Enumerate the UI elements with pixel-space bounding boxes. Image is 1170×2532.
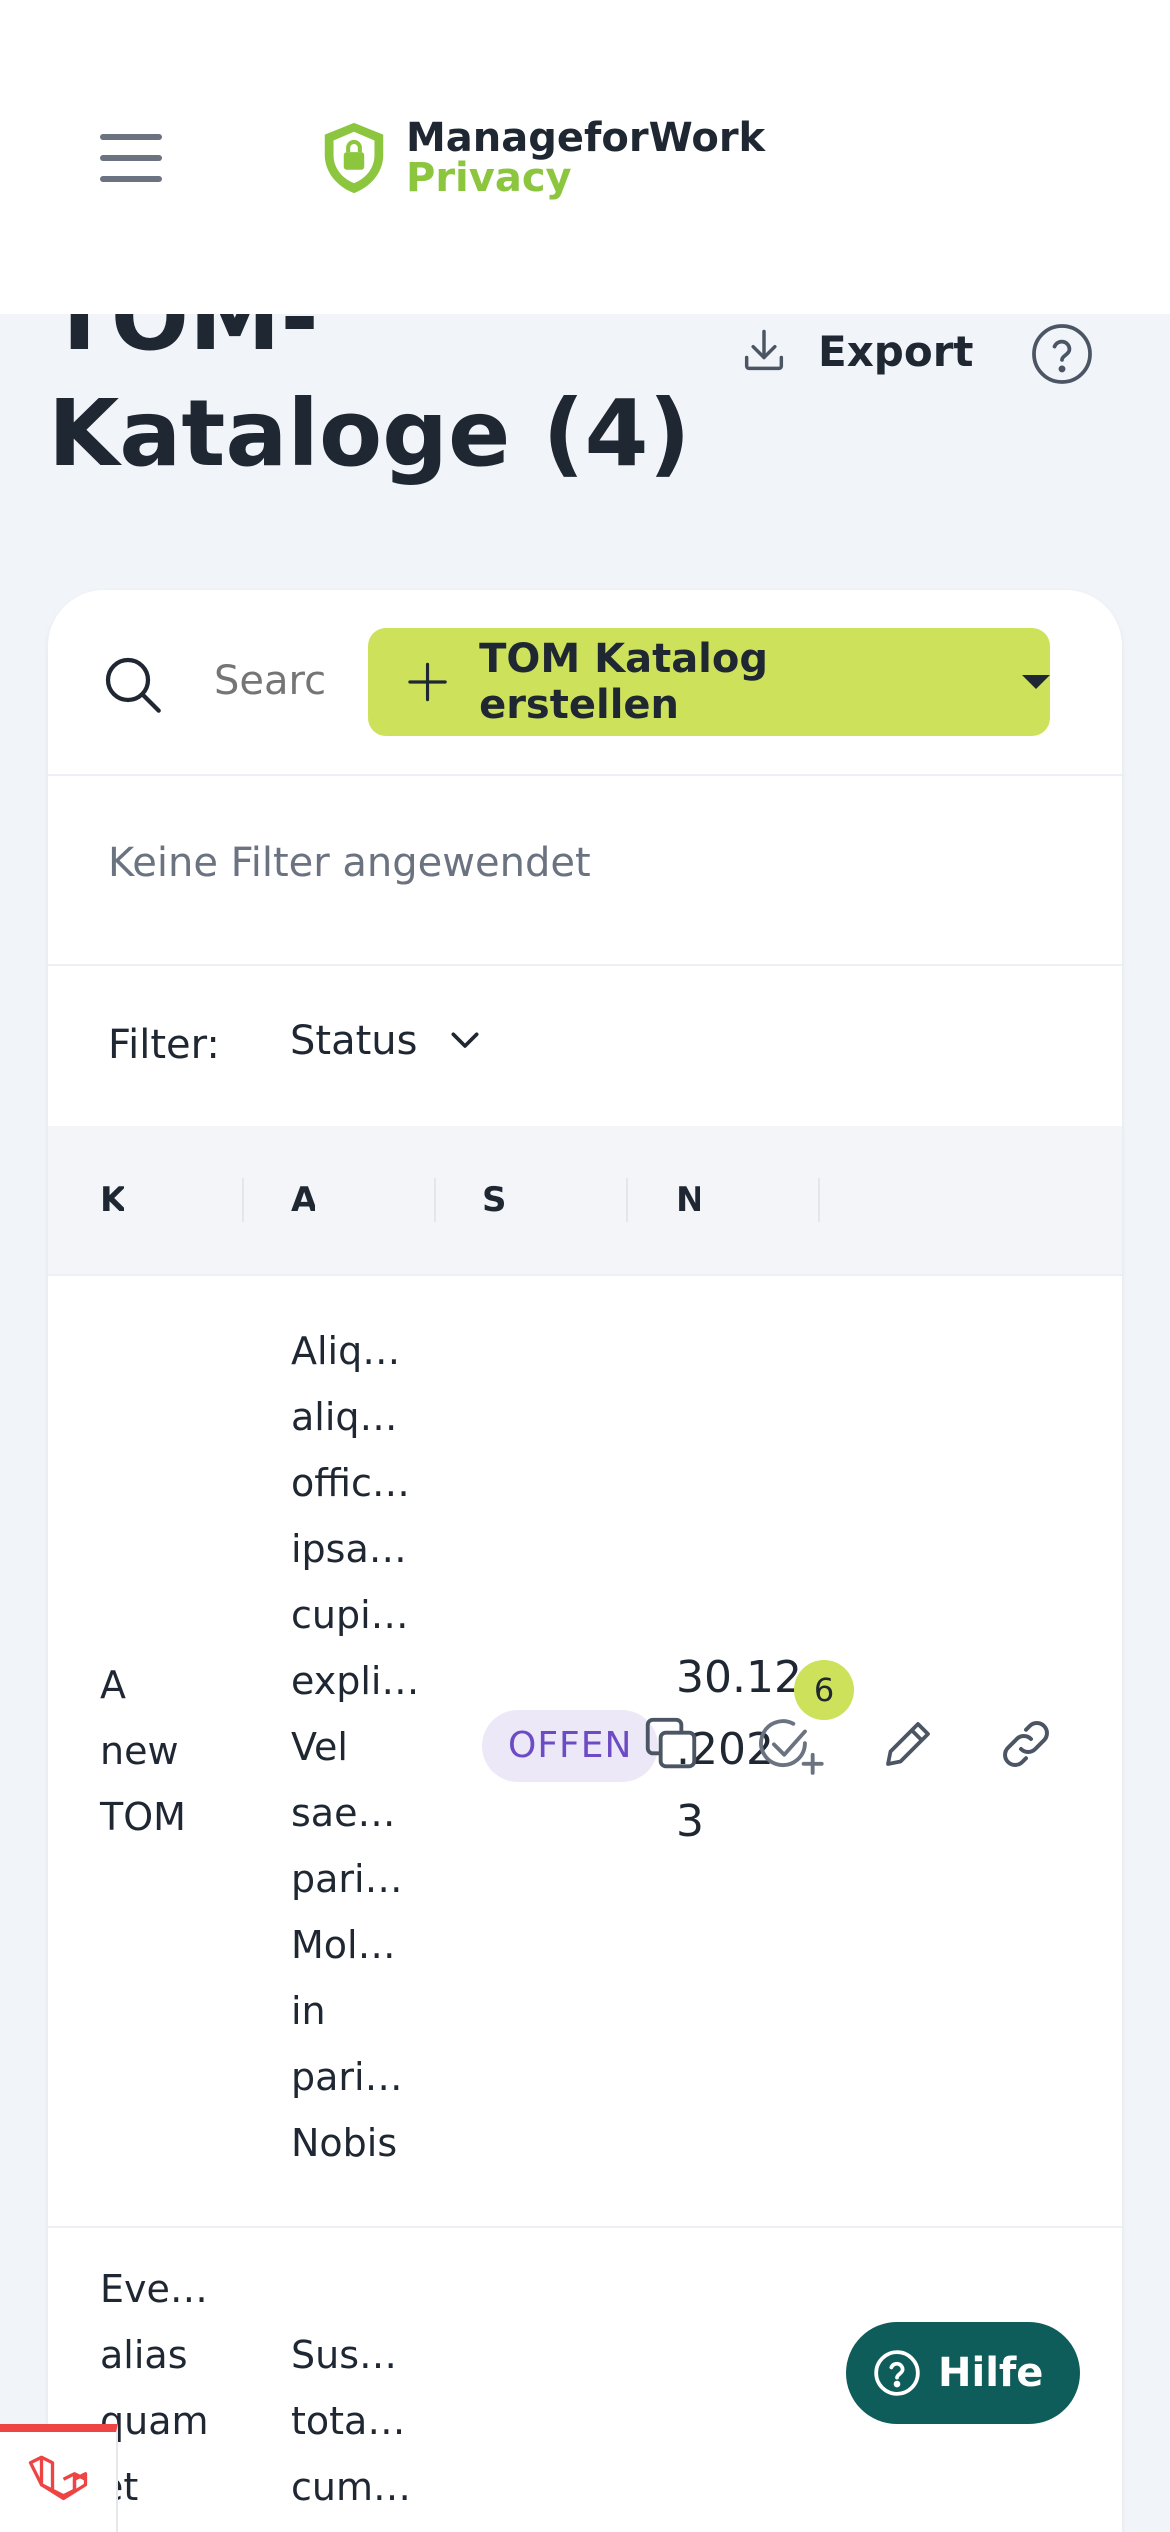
- question-circle-icon: [874, 2350, 920, 2396]
- toolbar: TOM Katalog erstellen: [48, 590, 1122, 776]
- help-circle-icon[interactable]: [1030, 322, 1094, 386]
- filter-label: Filter:: [108, 1022, 220, 1068]
- create-button-label: TOM Katalog erstellen: [479, 636, 769, 728]
- column-header[interactable]: S: [482, 1180, 506, 1220]
- check-add-icon[interactable]: [758, 1716, 826, 1778]
- create-tom-catalog-button[interactable]: TOM Katalog erstellen: [368, 628, 1050, 736]
- help-button-label: Hilfe: [938, 2350, 1044, 2396]
- column-divider[interactable]: [626, 1178, 628, 1222]
- app-header: ManageforWork Privacy: [0, 0, 1170, 314]
- laravel-icon: [28, 2455, 88, 2501]
- status-filter-label: Status: [290, 1018, 418, 1064]
- shield-lock-icon: [324, 122, 384, 194]
- edit-icon[interactable]: [878, 1714, 938, 1774]
- column-header[interactable]: K: [100, 1180, 124, 1220]
- laravel-debugbar-toggle[interactable]: [0, 2424, 118, 2532]
- chevron-down-icon: [451, 1032, 479, 1048]
- copy-icon[interactable]: [640, 1712, 702, 1774]
- catalog-description: Aliq… aliq… offic… ipsa… cupi… expli… Ve…: [291, 1329, 420, 2165]
- menu-icon[interactable]: [100, 134, 162, 182]
- search-input[interactable]: [214, 646, 324, 716]
- status-badge: OFFEN: [482, 1710, 659, 1782]
- caret-down-icon[interactable]: [1022, 675, 1050, 689]
- table-header: K A S N: [48, 1126, 1122, 1276]
- filter-info: Keine Filter angewendet: [48, 776, 1122, 966]
- link-icon[interactable]: [996, 1714, 1056, 1774]
- filter-info-text: Keine Filter angewendet: [108, 840, 591, 886]
- logo-subtext: Privacy: [406, 155, 572, 201]
- task-count-badge: 6: [794, 1660, 854, 1720]
- table-row[interactable]: A new TOM Aliq… aliq… offic… ipsa… cupi……: [48, 1276, 1122, 2228]
- filter-row: Filter: Status: [48, 966, 1122, 1126]
- status-filter-dropdown[interactable]: Status: [290, 1018, 485, 1064]
- catalog-name: A new TOM: [100, 1663, 186, 1839]
- catalog-description: Sus… tota… cum…: [291, 2333, 411, 2509]
- logo[interactable]: ManageforWork Privacy: [318, 118, 765, 198]
- search-icon: [105, 657, 161, 713]
- column-header[interactable]: N: [676, 1180, 700, 1220]
- download-icon: [744, 329, 784, 371]
- logo-text: ManageforWork: [406, 115, 766, 161]
- export-label: Export: [818, 326, 974, 376]
- help-button[interactable]: Hilfe: [846, 2322, 1080, 2424]
- plus-icon: [408, 662, 447, 702]
- column-divider[interactable]: [242, 1178, 244, 1222]
- catalog-card: TOM Katalog erstellen Keine Filter angew…: [48, 590, 1122, 2532]
- export-button[interactable]: Export: [738, 325, 974, 377]
- column-divider[interactable]: [434, 1178, 436, 1222]
- column-divider[interactable]: [818, 1178, 820, 1222]
- column-header[interactable]: A: [291, 1180, 315, 1220]
